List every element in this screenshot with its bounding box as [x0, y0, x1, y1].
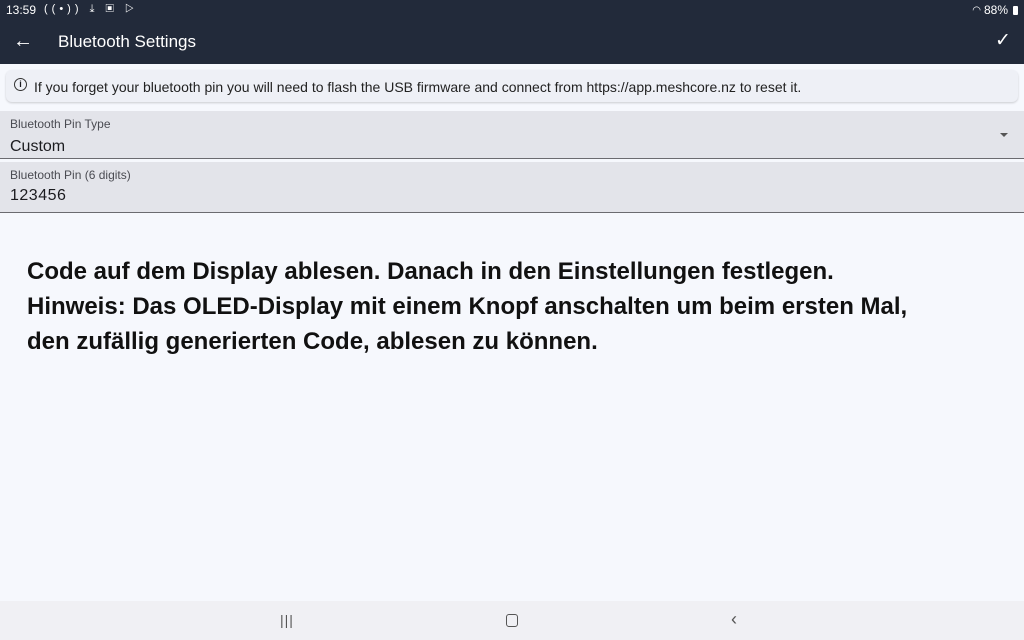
- radio-signal-icon: ((•)): [44, 3, 83, 15]
- pin-input-field[interactable]: Bluetooth Pin (6 digits) 123456: [0, 162, 1024, 213]
- wifi-icon: ◠: [972, 4, 981, 16]
- dropdown-arrow-icon: [1000, 133, 1008, 137]
- download-icon: ⤓: [89, 3, 99, 15]
- recents-icon[interactable]: |||: [280, 612, 294, 628]
- app-bar: ← Bluetooth Settings ✓: [0, 20, 1024, 64]
- play-store-icon: ▷: [124, 3, 138, 15]
- overlay-note-line-3: den zufällig generierten Code, ablesen z…: [27, 328, 598, 355]
- page-title: Bluetooth Settings: [58, 32, 196, 51]
- pin-type-label: Bluetooth Pin Type: [10, 117, 111, 131]
- overlay-note-line-1: Code auf dem Display ablesen. Danach in …: [27, 258, 834, 285]
- battery-icon: [1013, 5, 1018, 15]
- pin-value[interactable]: 123456: [10, 187, 66, 205]
- back-arrow-icon[interactable]: ←: [12, 29, 34, 53]
- home-icon[interactable]: [506, 614, 518, 627]
- overlay-note-line-2: Hinweis: Das OLED-Display mit einem Knop…: [27, 293, 908, 320]
- overlay-note: Code auf dem Display ablesen. Danach in …: [27, 254, 1007, 359]
- battery-percent: 88%: [983, 3, 1008, 17]
- info-banner-text: If you forget your bluetooth pin you wil…: [34, 79, 802, 95]
- info-icon: i: [14, 78, 27, 91]
- status-right: ◠ 88%: [972, 3, 1018, 17]
- status-time: 13:59: [6, 3, 37, 17]
- pin-type-value: Custom: [10, 138, 66, 155]
- pin-type-dropdown[interactable]: Bluetooth Pin Type Custom: [0, 111, 1024, 159]
- nav-back-icon[interactable]: ‹: [731, 609, 737, 630]
- system-nav-bar: ||| ‹: [0, 601, 1024, 640]
- info-banner: i If you forget your bluetooth pin you w…: [6, 70, 1018, 102]
- image-icon: ▣: [105, 3, 118, 15]
- pin-label: Bluetooth Pin (6 digits): [10, 168, 131, 182]
- confirm-check-icon[interactable]: ✓: [992, 29, 1014, 53]
- notification-icons: ((•)) ⤓ ▣ ▷: [44, 3, 138, 16]
- status-bar: 13:59 ((•)) ⤓ ▣ ▷ ◠ 88%: [0, 0, 1024, 20]
